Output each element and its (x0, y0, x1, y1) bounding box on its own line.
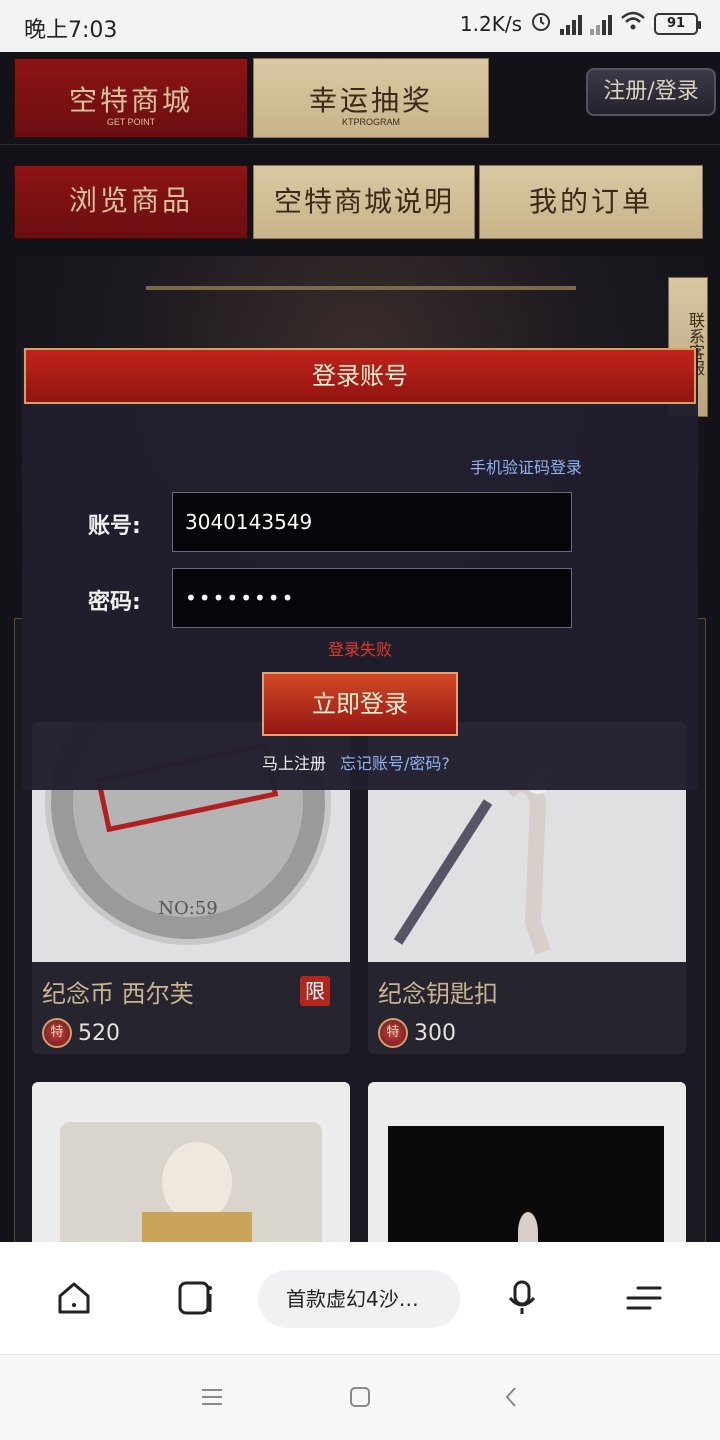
sms-login-link[interactable]: 手机验证码登录 (470, 454, 582, 478)
shop-tab[interactable]: 空特商城 GET POINT (14, 58, 248, 138)
shop-info-tab[interactable]: 空特商城说明 (253, 165, 475, 239)
price-value: 300 (414, 1020, 456, 1046)
hd-signal-icon (560, 13, 582, 35)
product-card[interactable] (32, 1082, 350, 1242)
tabs-icon[interactable] (176, 1278, 216, 1318)
browse-products-tab[interactable]: 浏览商品 (14, 165, 248, 239)
product-name: 纪念钥匙扣 (378, 980, 498, 1008)
wifi-icon (620, 10, 646, 37)
currency-coin-icon: 特 (42, 1018, 72, 1048)
signal-icon (590, 13, 612, 35)
address-bar[interactable]: 首款虚幻4沙… (258, 1270, 460, 1328)
back-icon[interactable] (500, 1385, 524, 1409)
my-orders-label: 我的订单 (528, 185, 653, 218)
password-label: 密码: (88, 590, 141, 615)
password-input[interactable]: •••••••• (172, 568, 572, 628)
currency-coin-icon: 特 (378, 1018, 408, 1048)
account-input[interactable]: 3040143549 (172, 492, 572, 552)
network-speed: 1.2K/s (459, 11, 522, 36)
login-submit-button[interactable]: 立即登录 (262, 672, 458, 736)
product-image (368, 1082, 686, 1242)
login-modal: 登录账号 手机验证码登录 账号: 3040143549 密码: ••••••••… (22, 348, 698, 790)
menu-icon[interactable] (624, 1278, 664, 1318)
register-now-link[interactable]: 马上注册 (262, 750, 326, 774)
nav-divider (0, 144, 720, 145)
price-value: 520 (78, 1020, 120, 1046)
system-nav-bar (0, 1354, 720, 1440)
home-icon[interactable] (54, 1278, 94, 1318)
status-bar: 晚上7:03 1.2K/s 91 (0, 0, 720, 52)
shop-tab-sub: GET POINT (106, 117, 156, 127)
modal-bottom-links: 马上注册 忘记账号/密码? (262, 750, 450, 774)
shop-tab-label: 空特商城 (68, 84, 193, 117)
home-square-icon[interactable] (348, 1385, 372, 1409)
browser-toolbar: 首款虚幻4沙… (0, 1242, 720, 1354)
lottery-tab[interactable]: 幸运抽奖 KTPROGRAM (253, 58, 489, 138)
browse-products-label: 浏览商品 (68, 184, 193, 217)
lottery-tab-sub: KTPROGRAM (341, 117, 400, 127)
product-name: 纪念币 西尔芙 (42, 980, 194, 1008)
shop-info-label: 空特商城说明 (273, 185, 454, 218)
battery-icon: 91 (654, 12, 701, 35)
account-label: 账号: (88, 514, 141, 539)
page-content: 空特商城 GET POINT 幸运抽奖 KTPROGRAM 注册/登录 浏览商品… (0, 52, 720, 1242)
alarm-icon (530, 10, 552, 37)
modal-title: 登录账号 (24, 348, 696, 404)
svg-text:NO:59: NO:59 (158, 898, 217, 919)
product-image (32, 1082, 350, 1242)
status-time: 晚上7:03 (24, 18, 118, 43)
forgot-password-link[interactable]: 忘记账号/密码? (340, 750, 450, 774)
recent-apps-icon[interactable] (200, 1385, 224, 1409)
my-orders-tab[interactable]: 我的订单 (479, 165, 703, 239)
product-price: 特 300 (378, 1018, 456, 1048)
lottery-tab-label: 幸运抽奖 (308, 84, 433, 117)
limited-badge: 限 (300, 976, 330, 1006)
register-login-button[interactable]: 注册/登录 (586, 68, 716, 116)
product-price: 特 520 (42, 1018, 120, 1048)
product-card[interactable] (368, 1082, 686, 1242)
login-error-text: 登录失败 (327, 640, 392, 659)
mic-icon[interactable] (502, 1278, 542, 1318)
